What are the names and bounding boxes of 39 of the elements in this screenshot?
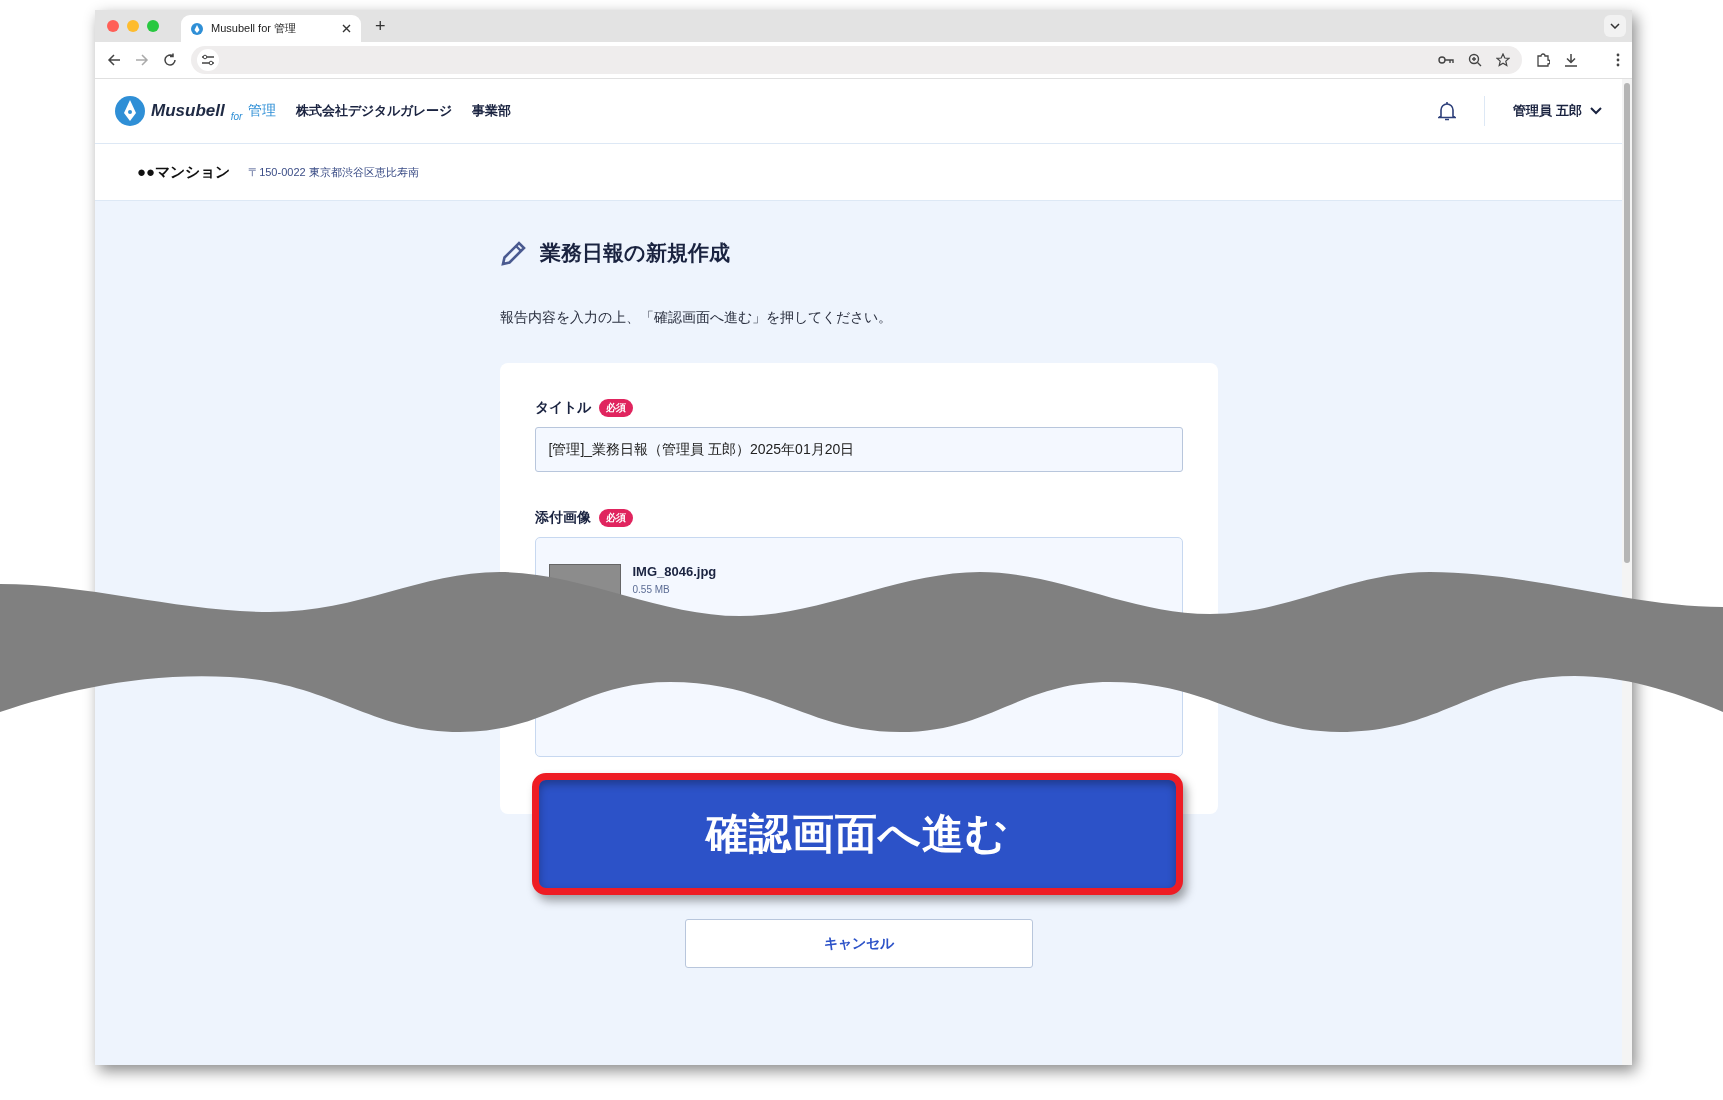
zoom-icon[interactable] bbox=[1468, 53, 1482, 67]
page-title: 業務日報の新規作成 bbox=[539, 240, 730, 266]
proceed-to-confirmation-button[interactable]: 確認画面へ進む bbox=[532, 773, 1183, 895]
instruction-text: 報告内容を入力の上、「確認画面へ進む」を押してください。 bbox=[499, 309, 893, 327]
tab-menu-button[interactable] bbox=[1604, 15, 1626, 37]
logo-icon bbox=[191, 22, 203, 35]
pencil-icon bbox=[499, 239, 528, 267]
puzzle-icon[interactable] bbox=[1536, 53, 1550, 67]
department-name: 事業部 bbox=[472, 102, 512, 120]
title-input[interactable]: [管理]_業務日報（管理員 五郎）2025年01月20日 bbox=[534, 427, 1183, 472]
property-name: ●●マンション bbox=[137, 162, 231, 182]
logo-wordmark: Musubell bbox=[151, 101, 225, 121]
key-icon[interactable] bbox=[1438, 53, 1454, 67]
chevron-down-icon bbox=[1610, 23, 1620, 29]
logo-for-text: for bbox=[230, 111, 243, 122]
file-name: IMG_8046.jpg bbox=[632, 564, 717, 579]
logo-icon bbox=[115, 96, 145, 126]
tab-title: Musubell for 管理 bbox=[211, 21, 297, 36]
required-badge: 必須 bbox=[598, 509, 633, 527]
user-menu[interactable]: 管理員 五郎 bbox=[1513, 102, 1602, 120]
property-address: 〒150-0022 東京都渋谷区恵比寿南 bbox=[248, 164, 419, 180]
file-size: 0.55 MB bbox=[632, 584, 671, 595]
notification-bell-icon[interactable] bbox=[1438, 101, 1457, 121]
close-icon[interactable] bbox=[342, 24, 351, 33]
required-badge: 必須 bbox=[598, 399, 633, 417]
chevron-down-icon bbox=[1590, 107, 1602, 115]
download-icon[interactable] bbox=[1564, 53, 1578, 67]
menu-icon[interactable] bbox=[1616, 53, 1620, 67]
browser-tab[interactable]: Musubell for 管理 bbox=[181, 15, 361, 42]
company-name: 株式会社デジタルガレージ bbox=[296, 102, 453, 120]
back-icon[interactable] bbox=[107, 53, 121, 67]
new-tab-button[interactable]: + bbox=[375, 15, 386, 37]
logo-suffix: 管理 bbox=[248, 102, 277, 120]
reload-icon[interactable] bbox=[163, 53, 177, 67]
star-icon[interactable] bbox=[1496, 53, 1510, 67]
field-label: 添付画像 bbox=[534, 509, 591, 527]
field-label: タイトル bbox=[534, 399, 591, 417]
cancel-button[interactable]: キャンセル bbox=[684, 919, 1033, 968]
site-settings-icon[interactable] bbox=[197, 49, 219, 71]
